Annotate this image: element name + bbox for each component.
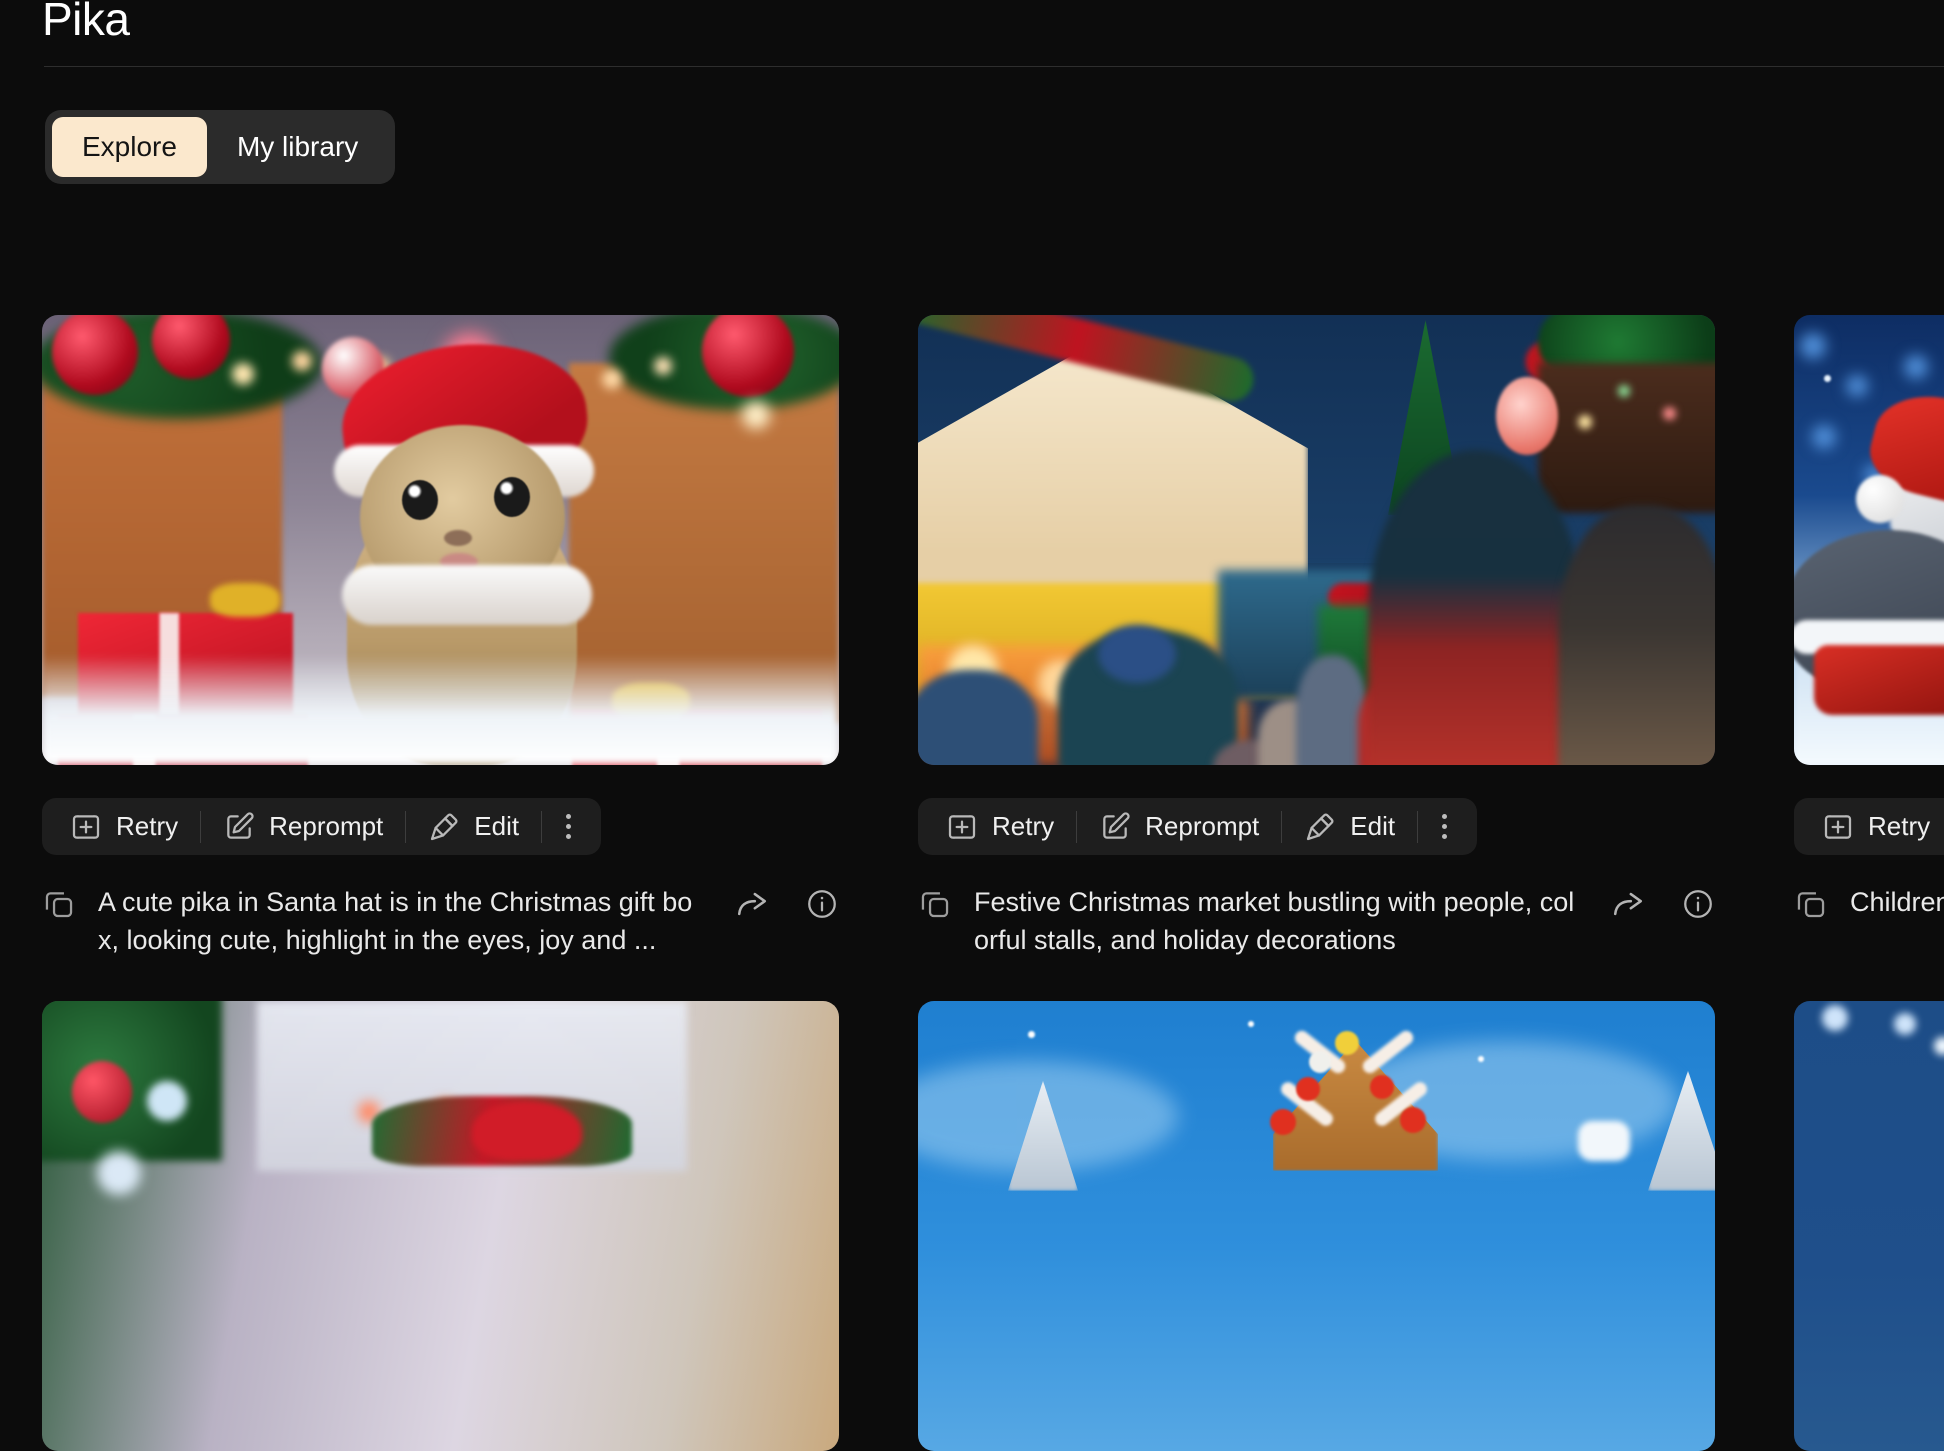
add-to-box-icon xyxy=(70,811,102,843)
pencil-square-icon xyxy=(1099,811,1131,843)
edit-label: Edit xyxy=(474,811,519,842)
card-actions-toolbar: Retry Reprompt xyxy=(1794,798,1944,855)
kebab-menu-icon xyxy=(1442,814,1447,839)
generation-card xyxy=(42,1001,839,1451)
tab-bar: Explore My library xyxy=(45,110,395,184)
video-thumbnail[interactable] xyxy=(1794,315,1944,765)
prompt-row: Festive Christmas market bustling with p… xyxy=(918,883,1715,960)
thumbnail-artwork xyxy=(918,1001,1715,1451)
generation-card xyxy=(918,1001,1715,1451)
reprompt-label: Reprompt xyxy=(1145,811,1259,842)
reprompt-button[interactable]: Reprompt xyxy=(201,798,405,855)
pencil-square-icon xyxy=(223,811,255,843)
retry-button[interactable]: Retry xyxy=(48,798,200,855)
prompt-text: Festive Christmas market bustling with p… xyxy=(974,883,1589,960)
reprompt-button[interactable]: Reprompt xyxy=(1077,798,1281,855)
share-arrow-icon[interactable] xyxy=(1611,887,1645,921)
card-actions-toolbar: Retry Reprompt xyxy=(918,798,1477,855)
video-thumbnail[interactable] xyxy=(1794,1001,1944,1451)
app-header: Pika xyxy=(0,0,1944,67)
prompt-tools xyxy=(1611,887,1715,921)
retry-label: Retry xyxy=(992,811,1054,842)
edit-button[interactable]: Edit xyxy=(1282,798,1417,855)
copy-icon[interactable] xyxy=(42,887,76,921)
paintbrush-icon xyxy=(1304,811,1336,843)
header-divider xyxy=(44,66,1944,67)
thumbnail-artwork xyxy=(1794,315,1944,765)
generation-card: Retry Reprompt xyxy=(1794,315,1944,960)
retry-label: Retry xyxy=(116,811,178,842)
prompt-text: A cute pika in Santa hat is in the Chris… xyxy=(98,883,713,960)
retry-label: Retry xyxy=(1868,811,1930,842)
edit-button[interactable]: Edit xyxy=(406,798,541,855)
thumbnail-artwork xyxy=(42,1001,839,1451)
feed-row: Retry Reprompt xyxy=(42,315,1944,960)
video-thumbnail[interactable] xyxy=(42,315,839,765)
thumbnail-artwork xyxy=(918,315,1715,765)
retry-button[interactable]: Retry xyxy=(924,798,1076,855)
tab-my-library[interactable]: My library xyxy=(207,117,388,177)
video-thumbnail[interactable] xyxy=(918,1001,1715,1451)
generation-card: Retry Reprompt xyxy=(42,315,839,960)
more-options-button[interactable] xyxy=(1418,798,1471,855)
share-arrow-icon[interactable] xyxy=(735,887,769,921)
thumbnail-artwork xyxy=(1794,1001,1944,1451)
add-to-box-icon xyxy=(946,811,978,843)
generation-card xyxy=(1794,1001,1944,1451)
card-actions-toolbar: Retry Reprompt xyxy=(42,798,601,855)
app-logo[interactable]: Pika xyxy=(42,0,129,42)
prompt-row: Children in Santa hat xyxy=(1794,883,1944,921)
generation-card: Retry Reprompt xyxy=(918,315,1715,960)
copy-icon[interactable] xyxy=(1794,887,1828,921)
retry-button[interactable]: Retry xyxy=(1800,798,1944,855)
thumbnail-artwork xyxy=(42,315,839,765)
video-thumbnail[interactable] xyxy=(918,315,1715,765)
kebab-menu-icon xyxy=(566,814,571,839)
feed-grid: Retry Reprompt xyxy=(42,315,1944,1198)
tab-explore[interactable]: Explore xyxy=(52,117,207,177)
prompt-text: Children in Santa hat xyxy=(1850,883,1944,921)
add-to-box-icon xyxy=(1822,811,1854,843)
reprompt-label: Reprompt xyxy=(269,811,383,842)
copy-icon[interactable] xyxy=(918,887,952,921)
info-circle-icon[interactable] xyxy=(805,887,839,921)
prompt-tools xyxy=(735,887,839,921)
more-options-button[interactable] xyxy=(542,798,595,855)
prompt-row: A cute pika in Santa hat is in the Chris… xyxy=(42,883,839,960)
edit-label: Edit xyxy=(1350,811,1395,842)
paintbrush-icon xyxy=(428,811,460,843)
info-circle-icon[interactable] xyxy=(1681,887,1715,921)
video-thumbnail[interactable] xyxy=(42,1001,839,1451)
feed-row xyxy=(42,1001,1944,1451)
